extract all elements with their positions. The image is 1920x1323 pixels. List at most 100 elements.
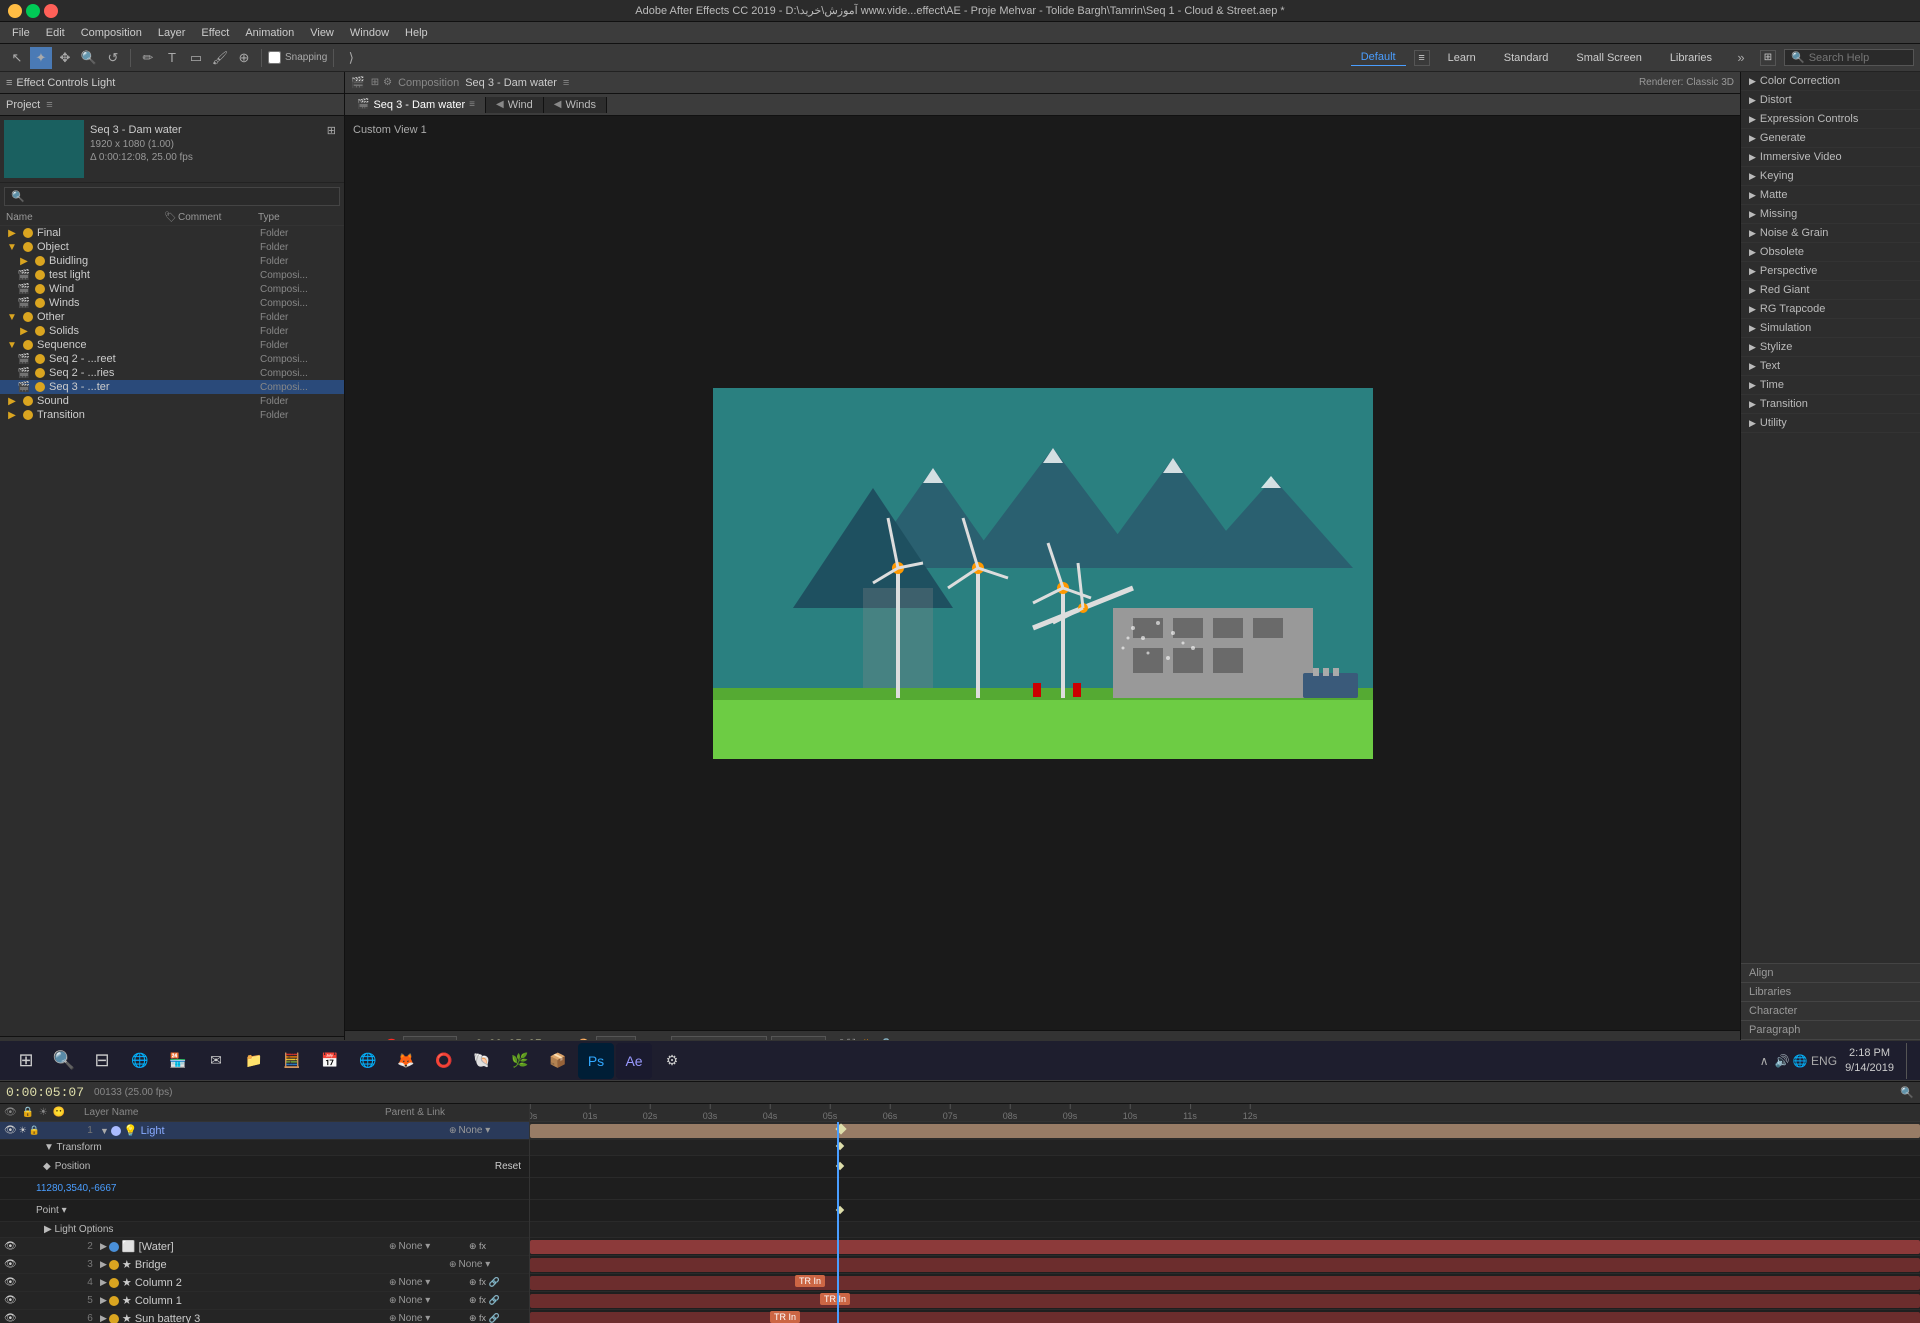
- tool-text[interactable]: T: [161, 47, 183, 69]
- sort-icon[interactable]: ⊞: [327, 124, 336, 137]
- view-small[interactable]: Small Screen: [1566, 50, 1651, 66]
- list-item[interactable]: 🎬 Seq 3 - ...ter Composi...: [0, 380, 344, 394]
- effect-color-correction[interactable]: ▶ Color Correction: [1741, 72, 1920, 91]
- list-item[interactable]: 🎬 Seq 2 - ...reet Composi...: [0, 352, 344, 366]
- taskbar-calc[interactable]: 🧮: [274, 1043, 310, 1079]
- effect-utility[interactable]: ▶ Utility: [1741, 414, 1920, 433]
- layer-sub-transform[interactable]: ▼ Transform: [0, 1140, 529, 1156]
- systray-arrow[interactable]: ∧: [1760, 1054, 1769, 1068]
- menu-effect[interactable]: Effect: [193, 25, 237, 41]
- effect-simulation[interactable]: ▶ Simulation: [1741, 319, 1920, 338]
- effect-red-giant[interactable]: ▶ Red Giant: [1741, 281, 1920, 300]
- parent-dropdown[interactable]: None ▾: [399, 1241, 431, 1252]
- layer-expand-arrow[interactable]: ▶: [100, 1277, 107, 1288]
- tool-rotate[interactable]: ↺: [102, 47, 124, 69]
- parent-dropdown[interactable]: None ▾: [459, 1125, 491, 1136]
- layer-lock[interactable]: 🔒: [29, 1125, 40, 1136]
- effect-immersive[interactable]: ▶ Immersive Video: [1741, 148, 1920, 167]
- layer-eye[interactable]: 👁: [4, 1295, 17, 1306]
- tl-search-icon[interactable]: 🔍: [1900, 1086, 1914, 1099]
- list-item[interactable]: ▶ Buidling Folder: [0, 254, 344, 268]
- list-item[interactable]: 🎬 test light Composi...: [0, 268, 344, 282]
- snapping-checkbox[interactable]: [268, 51, 281, 64]
- layer-row-4[interactable]: 👁 4 ▶ ★ Column 2 ⊕ None ▾ ⊕ fx 🔗: [0, 1274, 529, 1292]
- taskbar-app2[interactable]: 🌿: [502, 1043, 538, 1079]
- layer-eye[interactable]: 👁: [4, 1259, 17, 1270]
- effect-keying[interactable]: ▶ Keying: [1741, 167, 1920, 186]
- list-item[interactable]: 🎬 Winds Composi...: [0, 296, 344, 310]
- taskbar-ae[interactable]: Ae: [616, 1043, 652, 1079]
- layer-eye[interactable]: 👁: [4, 1313, 17, 1323]
- lock-icon[interactable]: 🔒: [21, 1107, 33, 1118]
- taskbar-ps[interactable]: Ps: [578, 1043, 614, 1079]
- timeline-timecode[interactable]: 0:00:05:07: [6, 1085, 84, 1100]
- tool-shape[interactable]: ▭: [185, 47, 207, 69]
- view-default[interactable]: Default: [1351, 49, 1406, 66]
- taskbar-edge[interactable]: 🌐: [122, 1043, 158, 1079]
- list-item[interactable]: ▶ Sound Folder: [0, 394, 344, 408]
- track-lane-3[interactable]: [530, 1256, 1920, 1274]
- taskbar-app1[interactable]: 🐚: [464, 1043, 500, 1079]
- parent-dropdown[interactable]: None ▾: [399, 1277, 431, 1288]
- taskbar-ie[interactable]: 🌐: [350, 1043, 386, 1079]
- project-search-input[interactable]: [29, 191, 333, 203]
- tool-move[interactable]: ✥: [54, 47, 76, 69]
- taskbar-calendar[interactable]: 📅: [312, 1043, 348, 1079]
- comp-settings-icon[interactable]: ⚙: [383, 77, 392, 88]
- effect-missing[interactable]: ▶ Missing: [1741, 205, 1920, 224]
- tool-extra1[interactable]: ⟩: [340, 47, 362, 69]
- layer-lock[interactable]: 🔒: [29, 1241, 40, 1252]
- view-standard[interactable]: Standard: [1494, 50, 1559, 66]
- panel-menu[interactable]: ⊞: [1760, 50, 1776, 66]
- layer-expand-arrow[interactable]: ▶: [100, 1259, 107, 1270]
- tool-zoom[interactable]: 🔍: [78, 47, 100, 69]
- list-item[interactable]: ▼ Other Folder: [0, 310, 344, 324]
- track-lane-2[interactable]: [530, 1238, 1920, 1256]
- effect-stylize[interactable]: ▶ Stylize: [1741, 338, 1920, 357]
- search-input[interactable]: [1809, 52, 1899, 64]
- parent-dropdown[interactable]: None ▾: [459, 1259, 491, 1270]
- menu-view[interactable]: View: [302, 25, 342, 41]
- list-item[interactable]: ▶ Final Folder: [0, 226, 344, 240]
- layer-eye[interactable]: 👁: [4, 1277, 17, 1288]
- shy-icon[interactable]: 😶: [52, 1107, 64, 1118]
- effect-text[interactable]: ▶ Text: [1741, 357, 1920, 376]
- taskbar-explorer[interactable]: 📁: [236, 1043, 272, 1079]
- position-keyframe[interactable]: ◆: [43, 1161, 51, 1172]
- search-btn[interactable]: 🔍: [46, 1043, 82, 1079]
- menu-help[interactable]: Help: [397, 25, 436, 41]
- taskbar-store[interactable]: 🏪: [160, 1043, 196, 1079]
- layer-row-5[interactable]: 👁 5 ▶ ★ Column 1 ⊕ None ▾ ⊕ fx 🔗: [0, 1292, 529, 1310]
- start-btn[interactable]: ⊞: [8, 1043, 44, 1079]
- layer-expand-arrow[interactable]: ▶: [100, 1295, 107, 1306]
- effect-generate[interactable]: ▶ Generate: [1741, 129, 1920, 148]
- solo-icon[interactable]: ☀: [39, 1107, 48, 1118]
- effect-expression-controls[interactable]: ▶ Expression Controls: [1741, 110, 1920, 129]
- search-box[interactable]: 🔍: [1784, 49, 1914, 66]
- menu-edit[interactable]: Edit: [38, 25, 73, 41]
- layer-expand-arrow[interactable]: ▼: [100, 1126, 109, 1136]
- list-item[interactable]: ▶ Solids Folder: [0, 324, 344, 338]
- taskbar-firefox[interactable]: 🦊: [388, 1043, 424, 1079]
- tool-select[interactable]: ✦: [30, 47, 52, 69]
- list-item[interactable]: ▼ Object Folder: [0, 240, 344, 254]
- close-btn[interactable]: [44, 4, 58, 18]
- tool-pen[interactable]: ✏: [137, 47, 159, 69]
- list-item[interactable]: 🎬 Seq 2 - ...ries Composi...: [0, 366, 344, 380]
- taskview-btn[interactable]: ⊟: [84, 1043, 120, 1079]
- workspace-menu-btn[interactable]: ≡: [1414, 50, 1430, 66]
- layer-expand-arrow[interactable]: ▶: [100, 1241, 107, 1252]
- canvas-area[interactable]: [713, 388, 1373, 759]
- taskbar-clock[interactable]: 2:18 PM 9/14/2019: [1845, 1046, 1894, 1075]
- effect-transition[interactable]: ▶ Transition: [1741, 395, 1920, 414]
- layer-eye[interactable]: 👁: [4, 1241, 17, 1252]
- eye-icon[interactable]: 👁: [4, 1107, 17, 1118]
- comp-flow-icon[interactable]: ⊞: [371, 77, 379, 88]
- taskbar-chrome[interactable]: ⭕: [426, 1043, 462, 1079]
- tab-winds[interactable]: ◀ Winds: [544, 97, 607, 113]
- project-search-box[interactable]: 🔍: [4, 187, 340, 206]
- list-item[interactable]: 🎬 Wind Composi...: [0, 282, 344, 296]
- list-item[interactable]: ▶ Transition Folder: [0, 408, 344, 422]
- tab-seq3[interactable]: 🎬 Seq 3 - Dam water ≡: [347, 97, 486, 113]
- taskbar-extra[interactable]: ⚙: [654, 1043, 690, 1079]
